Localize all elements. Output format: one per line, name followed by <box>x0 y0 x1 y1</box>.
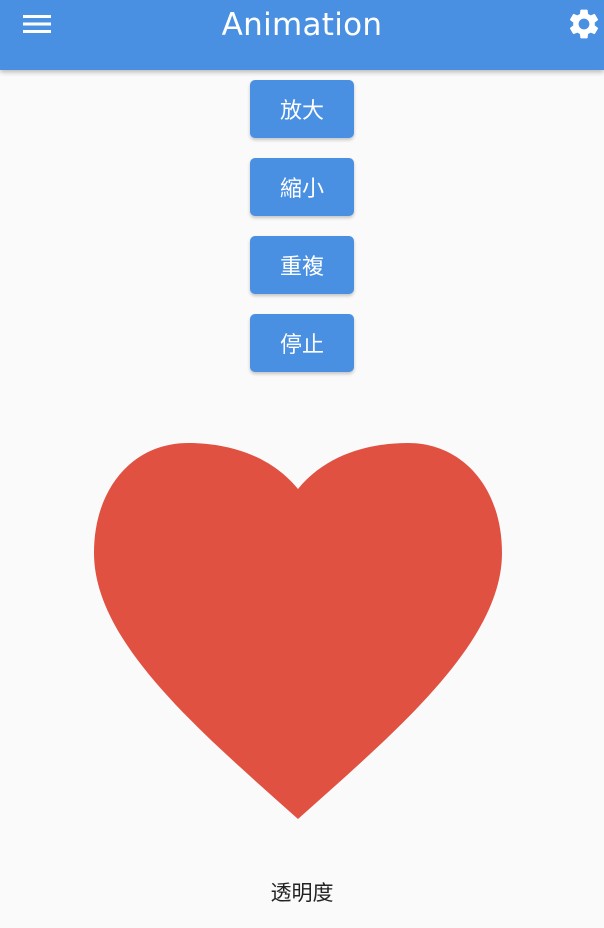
gear-icon <box>569 9 599 39</box>
opacity-label: 透明度 <box>270 881 334 905</box>
action-buttons: 放大 縮小 重複 停止 <box>0 80 604 372</box>
stop-button[interactable]: 停止 <box>250 314 354 372</box>
repeat-button[interactable]: 重複 <box>250 236 354 294</box>
app-bar: Animation <box>0 0 604 70</box>
heart-container <box>92 443 504 823</box>
heart-icon <box>94 443 502 819</box>
zoom-in-button[interactable]: 放大 <box>250 80 354 138</box>
settings-button[interactable] <box>564 4 604 44</box>
zoom-out-button[interactable]: 縮小 <box>250 158 354 216</box>
page-title: Animation <box>221 7 383 43</box>
